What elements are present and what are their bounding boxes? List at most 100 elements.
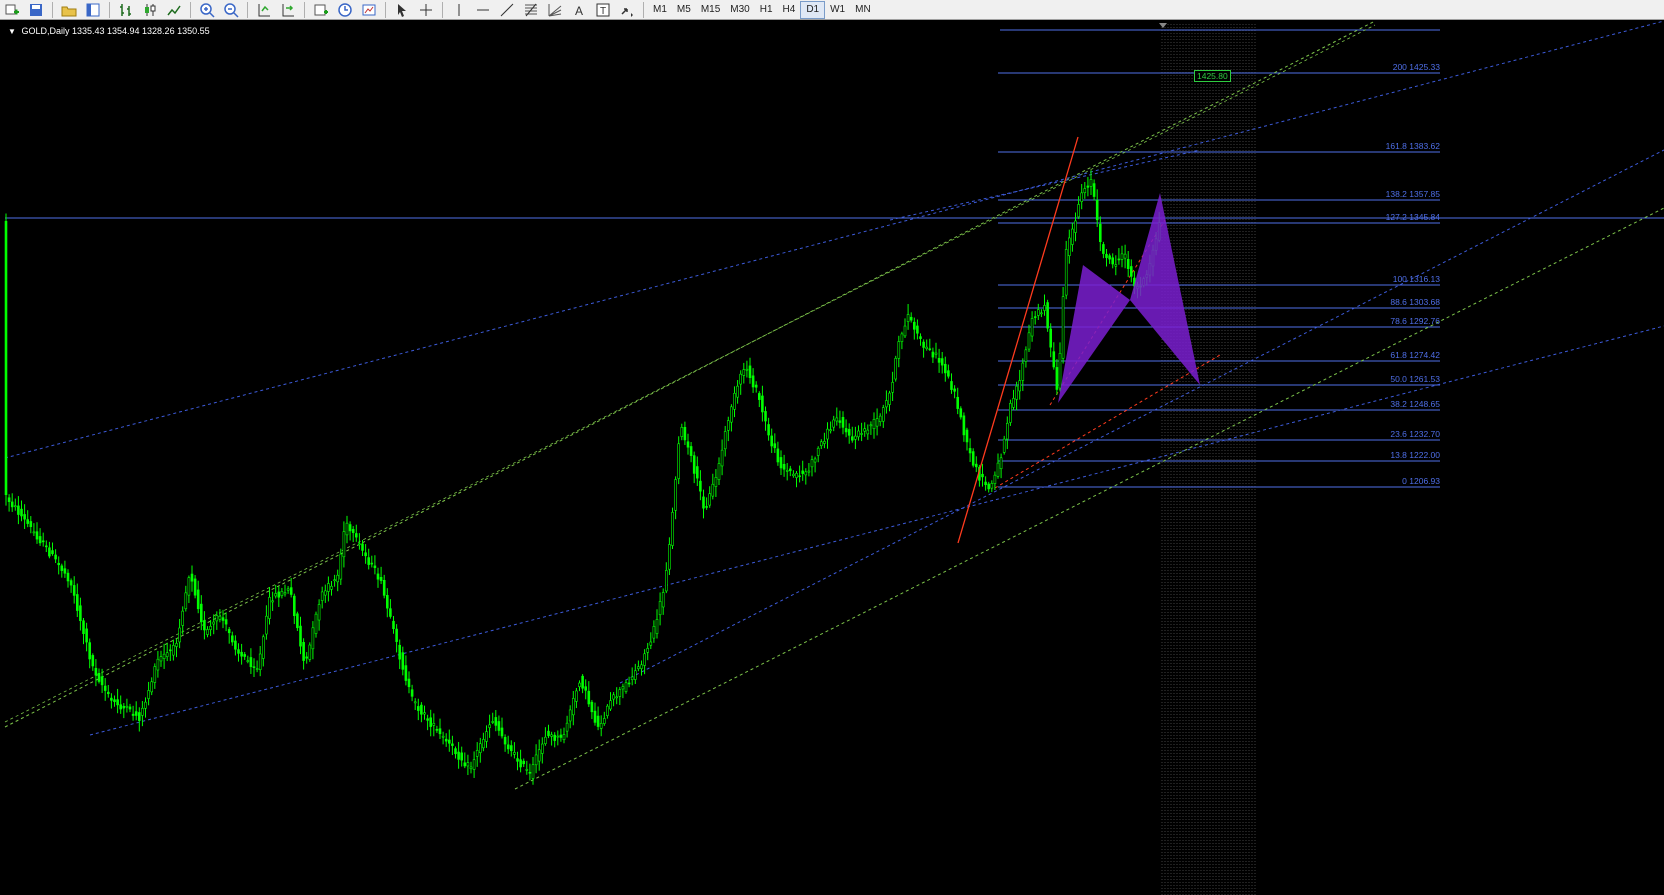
timeframe-mn[interactable]: MN — [850, 2, 876, 18]
candle-body — [810, 459, 814, 468]
candle-body — [274, 593, 278, 597]
fib-level-label: 61.8 1274.42 — [1390, 350, 1440, 360]
candle-body — [246, 660, 250, 662]
crosshair-icon[interactable] — [415, 1, 437, 19]
candle-body — [596, 715, 600, 727]
candle-body — [330, 585, 333, 590]
candle-body — [807, 470, 811, 473]
arrows-icon[interactable] — [616, 1, 638, 19]
add-indicator-icon[interactable] — [310, 1, 332, 19]
candle-body — [392, 620, 395, 630]
candle-body — [785, 470, 789, 472]
autoscroll-icon[interactable] — [277, 1, 299, 19]
candle-body — [934, 352, 938, 355]
candle-body — [903, 325, 907, 337]
candle-body — [122, 705, 126, 709]
horizontal-line-icon[interactable] — [472, 1, 494, 19]
candle-body — [85, 628, 88, 643]
candle-body — [931, 351, 935, 358]
candle-body — [869, 424, 873, 427]
line-chart-icon[interactable] — [163, 1, 185, 19]
bar-chart-icon[interactable] — [115, 1, 137, 19]
vertical-line-icon[interactable] — [448, 1, 470, 19]
candle-body — [407, 678, 411, 688]
timeframe-m1[interactable]: M1 — [648, 2, 672, 18]
candle-body — [699, 480, 702, 492]
chart-shift-icon[interactable] — [253, 1, 275, 19]
candle-body — [26, 519, 30, 524]
candle-body — [1080, 192, 1083, 202]
window-icon[interactable] — [82, 1, 104, 19]
candle-body — [1126, 259, 1130, 269]
candle-body — [60, 565, 64, 571]
candle-body — [280, 591, 284, 596]
candle-body — [990, 483, 994, 489]
candle-body — [29, 521, 33, 528]
fibonacci-fan-icon[interactable] — [544, 1, 566, 19]
text-label-icon[interactable]: T — [592, 1, 614, 19]
candle-body — [677, 443, 681, 479]
candle-body — [17, 505, 20, 515]
candle-body — [277, 591, 281, 598]
zoom-in-icon[interactable] — [196, 1, 218, 19]
new-chart-icon[interactable] — [1, 1, 23, 19]
candle-body — [897, 341, 901, 359]
candle-body — [881, 407, 885, 422]
save-icon[interactable] — [25, 1, 47, 19]
timeframe-d1[interactable]: D1 — [800, 0, 826, 19]
candle-body — [172, 645, 175, 656]
candle-body — [141, 707, 144, 716]
candle-body — [125, 705, 129, 708]
candle-body — [20, 508, 23, 517]
candle-body — [770, 435, 774, 447]
candle-body — [686, 441, 690, 448]
candle-body — [860, 433, 863, 435]
candle-body — [169, 649, 172, 652]
candle-body — [231, 635, 234, 643]
candle-body — [466, 762, 470, 767]
period-icon[interactable] — [334, 1, 356, 19]
candle-body — [376, 573, 380, 580]
timeframe-h1[interactable]: H1 — [755, 2, 778, 18]
candle-body — [500, 727, 504, 737]
candle-body — [420, 704, 423, 715]
candle-body — [1037, 309, 1040, 316]
candle-body — [655, 619, 659, 634]
candle-body — [953, 388, 956, 392]
candle-body — [571, 698, 575, 716]
candle-body — [900, 333, 904, 342]
candle-body — [1111, 257, 1114, 265]
candle-body — [689, 446, 693, 456]
candle-body — [113, 699, 116, 703]
fib-level-label: 200 1425.33 — [1392, 62, 1440, 72]
candle-body — [602, 718, 606, 724]
candle-body — [578, 682, 581, 687]
candle-body — [153, 666, 157, 683]
trendline-icon[interactable] — [496, 1, 518, 19]
collapse-triangle-icon[interactable]: ▼ — [8, 27, 16, 36]
timeframe-m5[interactable]: M5 — [672, 2, 696, 18]
text-icon[interactable]: A — [568, 1, 590, 19]
candle-body — [88, 642, 91, 660]
candle-body — [705, 506, 708, 508]
candle-body — [1027, 332, 1031, 350]
candle-body — [165, 652, 169, 657]
zoom-out-icon[interactable] — [220, 1, 242, 19]
candle-body — [1064, 249, 1068, 296]
candlestick-icon[interactable] — [139, 1, 161, 19]
folder-icon[interactable] — [58, 1, 80, 19]
timeframe-h4[interactable]: H4 — [778, 2, 801, 18]
candle-body — [683, 427, 687, 441]
fibonacci-icon[interactable] — [520, 1, 542, 19]
timeframe-w1[interactable]: W1 — [825, 2, 850, 18]
timeframe-m15[interactable]: M15 — [696, 2, 725, 18]
candle-body — [943, 363, 947, 374]
toolbar-separator — [109, 1, 110, 18]
timeframe-m30[interactable]: M30 — [725, 2, 754, 18]
fib-level-label: 100 1316.13 — [1392, 274, 1440, 284]
candle-body — [131, 713, 135, 716]
candle-body — [416, 706, 420, 711]
cursor-icon[interactable] — [391, 1, 413, 19]
candle-body — [922, 341, 925, 348]
template-icon[interactable] — [358, 1, 380, 19]
